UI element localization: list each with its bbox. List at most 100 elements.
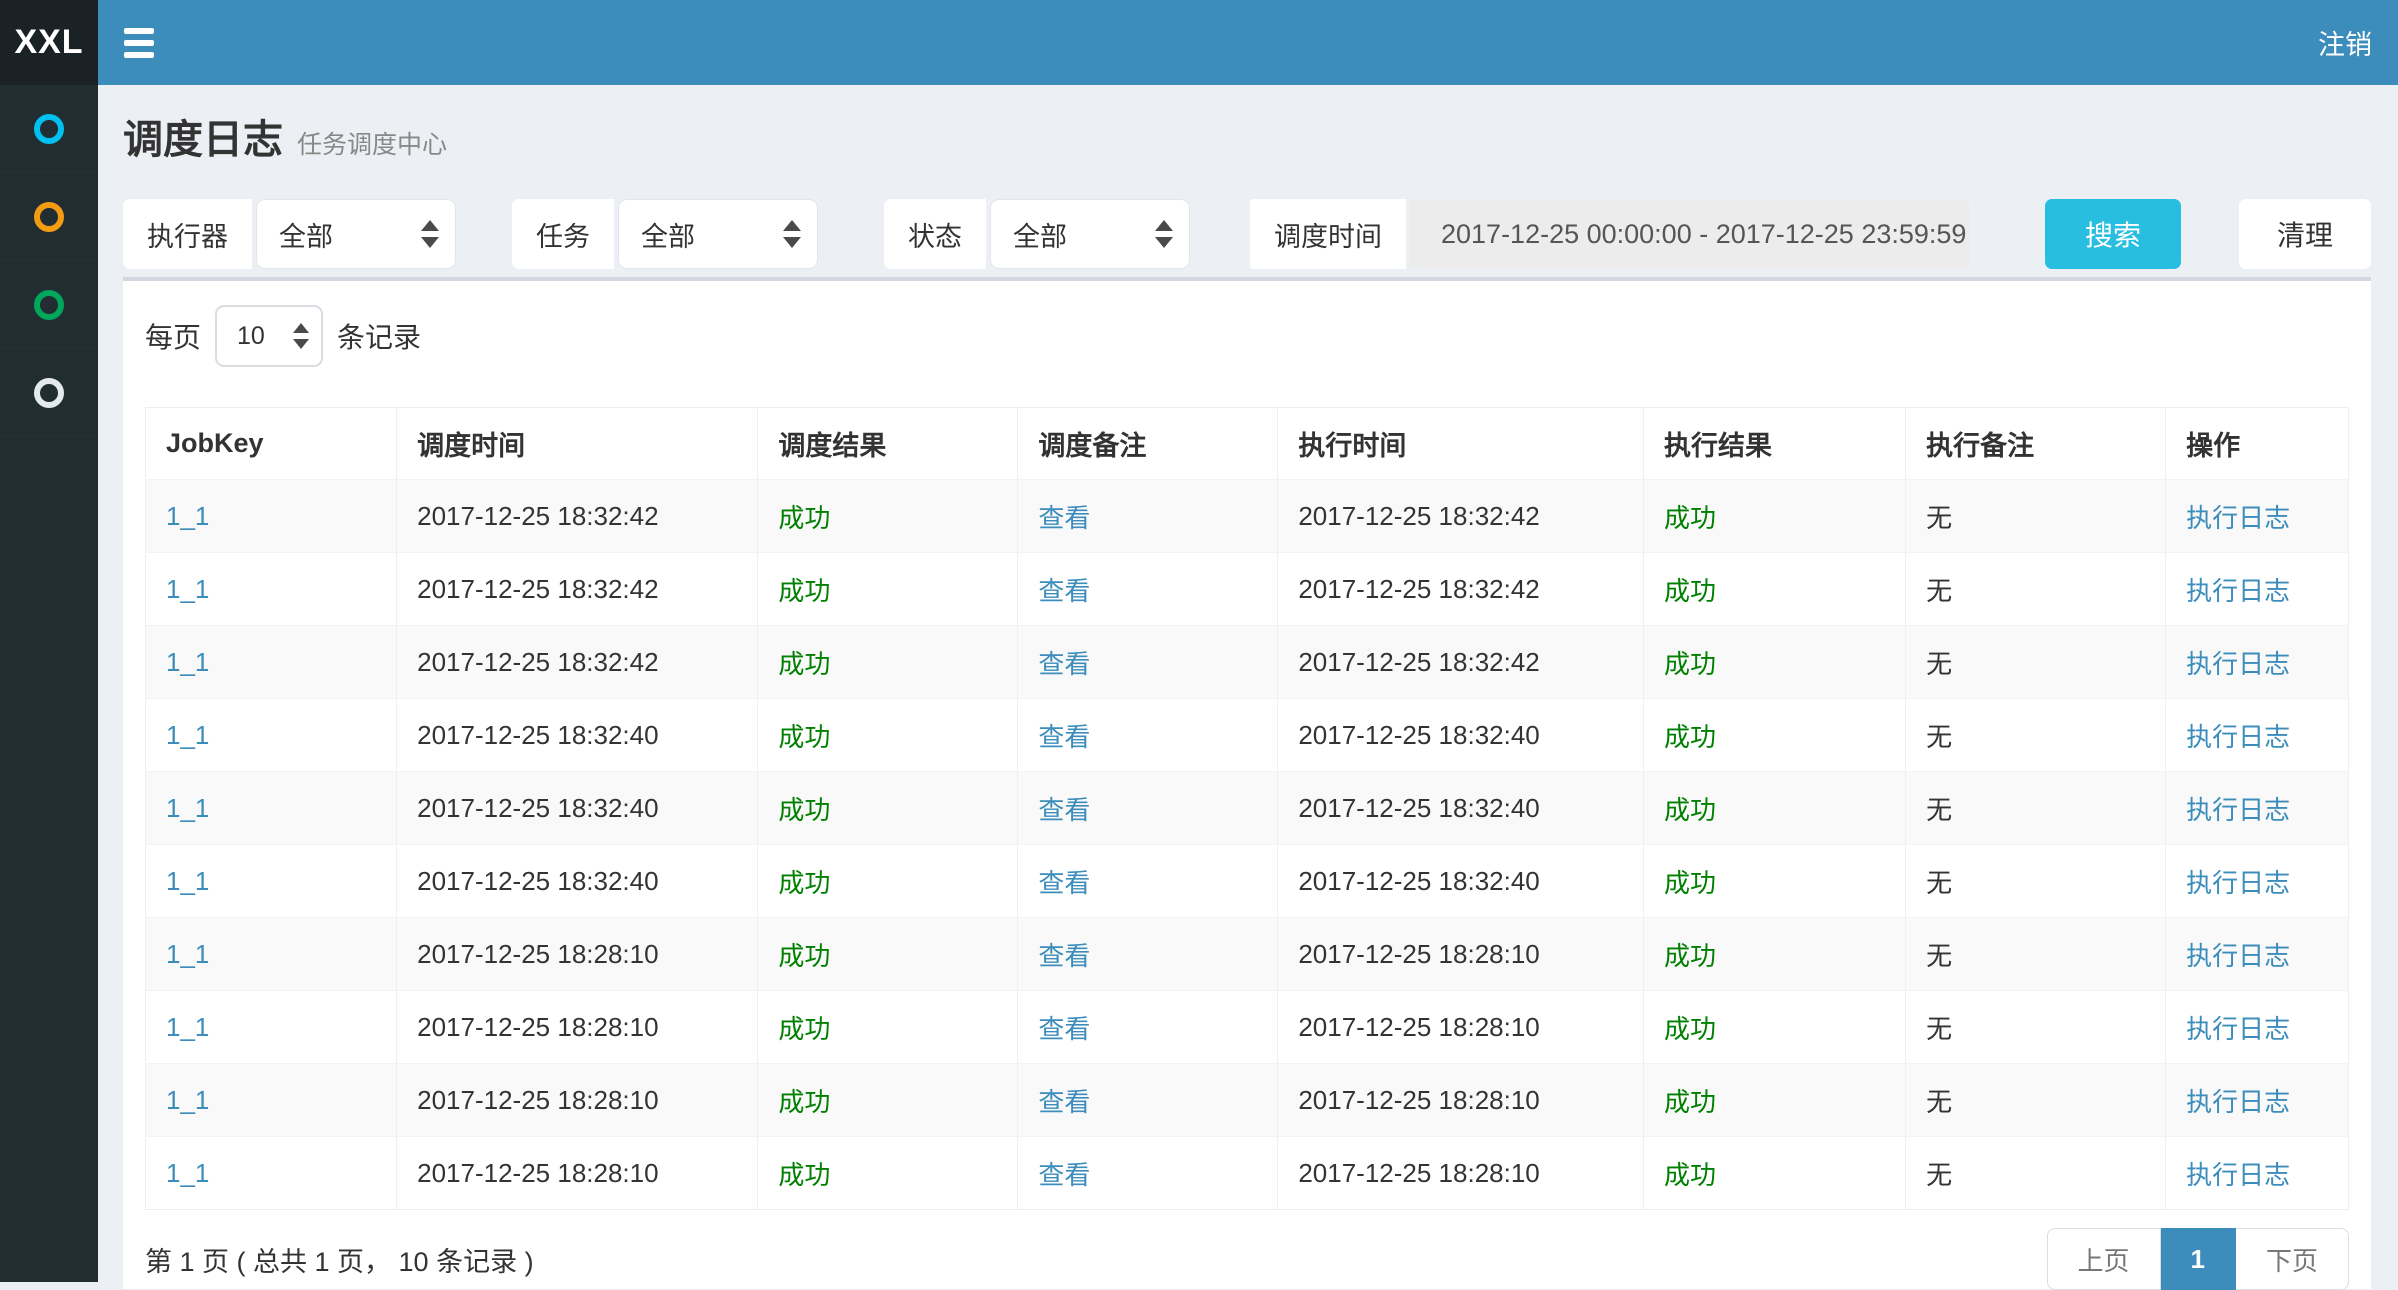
filter-executor-value: 全部 — [279, 215, 333, 254]
main-content: 调度日志任务调度中心 执行器 全部 任务 全部 状态 全部 — [98, 85, 2398, 1282]
job-key-link[interactable]: 1_1 — [166, 647, 209, 677]
filter-trigger-time-input[interactable]: 2017-12-25 00:00:00 - 2017-12-25 23:59:5… — [1409, 199, 1969, 269]
menu-bar — [124, 28, 154, 34]
trigger-msg-link-cell: 查看 — [1018, 1064, 1278, 1137]
filter-status-label: 状态 — [884, 199, 986, 269]
trigger-msg-link[interactable]: 查看 — [1038, 868, 1090, 898]
execute-log-link[interactable]: 执行日志 — [2186, 649, 2290, 679]
trigger-result-cell-cell: 成功 — [758, 480, 1018, 553]
filter-job-select[interactable]: 全部 — [618, 199, 818, 269]
app-logo[interactable]: XXL — [0, 0, 98, 85]
select-arrows-icon — [1155, 220, 1173, 248]
col-trigger-msg: 调度备注 — [1018, 408, 1278, 480]
execute-log-link[interactable]: 执行日志 — [2186, 795, 2290, 825]
job-key-link[interactable]: 1_1 — [166, 793, 209, 823]
filter-executor-select[interactable]: 全部 — [256, 199, 456, 269]
execute-log-link[interactable]: 执行日志 — [2186, 503, 2290, 533]
page-header: 调度日志任务调度中心 — [98, 85, 2398, 165]
sidebar-item-3[interactable] — [0, 261, 98, 349]
pagination-prev[interactable]: 上页 — [2047, 1228, 2161, 1290]
handle-result-cell-cell: 成功 — [1644, 991, 1906, 1064]
circle-outline-icon — [34, 114, 64, 144]
pagination-page-1[interactable]: 1 — [2161, 1228, 2236, 1290]
job-key-link-cell: 1_1 — [146, 991, 397, 1064]
trigger-result-cell-cell: 成功 — [758, 918, 1018, 991]
trigger-time-cell: 2017-12-25 18:32:42 — [417, 574, 658, 604]
execute-log-link[interactable]: 执行日志 — [2186, 576, 2290, 606]
execute-log-link[interactable]: 执行日志 — [2186, 722, 2290, 752]
trigger-msg-link[interactable]: 查看 — [1038, 1087, 1090, 1117]
sidebar-item-4[interactable] — [0, 349, 98, 437]
job-key-link[interactable]: 1_1 — [166, 501, 209, 531]
menu-bar — [124, 40, 154, 46]
handle-msg-cell: 无 — [1926, 795, 1952, 825]
table-row: 1_12017-12-25 18:32:42成功查看2017-12-25 18:… — [146, 553, 2349, 626]
trigger-msg-link-cell: 查看 — [1018, 991, 1278, 1064]
trigger-msg-link[interactable]: 查看 — [1038, 649, 1090, 679]
job-key-link-cell: 1_1 — [146, 699, 397, 772]
job-key-link-cell: 1_1 — [146, 626, 397, 699]
clear-button[interactable]: 清理 — [2239, 199, 2371, 269]
handle-time-cell-cell: 2017-12-25 18:32:40 — [1278, 845, 1644, 918]
trigger-result-cell: 成功 — [778, 1014, 830, 1044]
handle-time-cell: 2017-12-25 18:28:10 — [1298, 1012, 1539, 1042]
pagination: 上页 1 下页 — [2047, 1228, 2350, 1290]
handle-time-cell-cell: 2017-12-25 18:32:40 — [1278, 772, 1644, 845]
execute-log-link-cell: 执行日志 — [2166, 699, 2349, 772]
page-size-select[interactable]: 10 — [215, 305, 323, 367]
trigger-msg-link[interactable]: 查看 — [1038, 1160, 1090, 1190]
logout-link[interactable]: 注销 — [2318, 23, 2372, 62]
sidebar-toggle-menu-icon[interactable] — [124, 28, 154, 58]
search-button[interactable]: 搜索 — [2045, 199, 2181, 269]
filter-executor: 执行器 全部 — [123, 199, 456, 269]
select-arrows-icon — [293, 323, 309, 349]
page-title: 调度日志 — [123, 118, 283, 162]
trigger-msg-link[interactable]: 查看 — [1038, 795, 1090, 825]
table-row: 1_12017-12-25 18:32:40成功查看2017-12-25 18:… — [146, 845, 2349, 918]
trigger-msg-link[interactable]: 查看 — [1038, 1014, 1090, 1044]
job-key-link-cell: 1_1 — [146, 1064, 397, 1137]
trigger-msg-link[interactable]: 查看 — [1038, 576, 1090, 606]
trigger-msg-link[interactable]: 查看 — [1038, 941, 1090, 971]
circle-outline-icon — [34, 202, 64, 232]
execute-log-link[interactable]: 执行日志 — [2186, 868, 2290, 898]
filter-status: 状态 全部 — [884, 199, 1190, 269]
sidebar-item-1[interactable] — [0, 85, 98, 173]
handle-msg-cell: 无 — [1926, 503, 1952, 533]
trigger-msg-link[interactable]: 查看 — [1038, 503, 1090, 533]
trigger-result-cell: 成功 — [778, 941, 830, 971]
table-footer: 第 1 页 ( 总共 1 页， 10 条记录 ) 上页 1 下页 — [145, 1228, 2349, 1290]
execute-log-link[interactable]: 执行日志 — [2186, 1160, 2290, 1190]
handle-msg-cell-cell: 无 — [1906, 918, 2166, 991]
filter-status-select[interactable]: 全部 — [990, 199, 1190, 269]
handle-time-cell: 2017-12-25 18:32:42 — [1298, 574, 1539, 604]
trigger-msg-link-cell: 查看 — [1018, 772, 1278, 845]
trigger-msg-link[interactable]: 查看 — [1038, 722, 1090, 752]
trigger-result-cell-cell: 成功 — [758, 991, 1018, 1064]
col-trigger-result: 调度结果 — [758, 408, 1018, 480]
trigger-time-cell: 2017-12-25 18:32:42 — [417, 501, 658, 531]
job-key-link[interactable]: 1_1 — [166, 1085, 209, 1115]
pagination-next[interactable]: 下页 — [2236, 1228, 2349, 1290]
job-key-link[interactable]: 1_1 — [166, 720, 209, 750]
table-row: 1_12017-12-25 18:32:40成功查看2017-12-25 18:… — [146, 772, 2349, 845]
handle-time-cell-cell: 2017-12-25 18:32:42 — [1278, 480, 1644, 553]
handle-result-cell-cell: 成功 — [1644, 1064, 1906, 1137]
job-key-link[interactable]: 1_1 — [166, 1158, 209, 1188]
handle-msg-cell-cell: 无 — [1906, 1064, 2166, 1137]
job-key-link[interactable]: 1_1 — [166, 1012, 209, 1042]
execute-log-link[interactable]: 执行日志 — [2186, 941, 2290, 971]
circle-outline-icon — [34, 378, 64, 408]
execute-log-link[interactable]: 执行日志 — [2186, 1014, 2290, 1044]
dispatch-log-table: JobKey 调度时间 调度结果 调度备注 执行时间 执行结果 执行备注 操作 … — [145, 407, 2349, 1210]
job-key-link[interactable]: 1_1 — [166, 866, 209, 896]
trigger-result-cell: 成功 — [778, 1160, 830, 1190]
handle-result-cell-cell: 成功 — [1644, 772, 1906, 845]
job-key-link[interactable]: 1_1 — [166, 574, 209, 604]
job-key-link[interactable]: 1_1 — [166, 939, 209, 969]
handle-result-cell-cell: 成功 — [1644, 845, 1906, 918]
sidebar-item-2[interactable] — [0, 173, 98, 261]
col-handle-result: 执行结果 — [1644, 408, 1906, 480]
col-handle-time: 执行时间 — [1278, 408, 1644, 480]
execute-log-link[interactable]: 执行日志 — [2186, 1087, 2290, 1117]
